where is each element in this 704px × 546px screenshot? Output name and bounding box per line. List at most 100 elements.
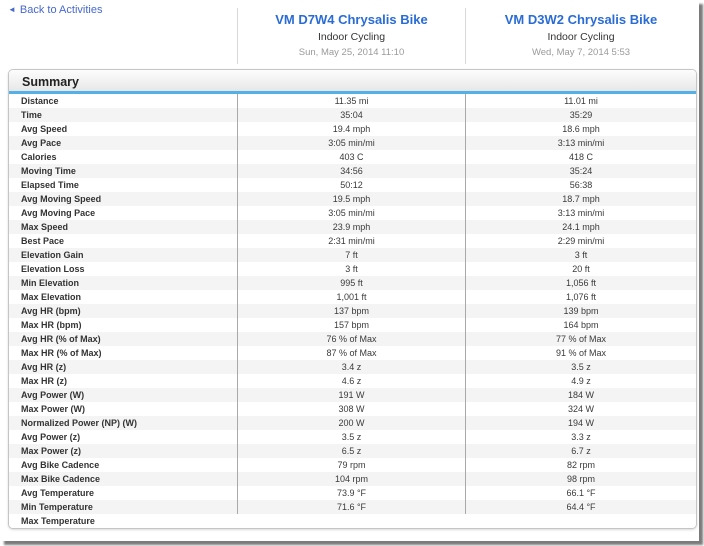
table-row: Avg HR (bpm) 137 bpm 139 bpm [9, 304, 696, 318]
table-row: Best Pace 2:31 min/mi 2:29 min/mi [9, 234, 696, 248]
metric-value-activity-2: 98 rpm [465, 472, 696, 486]
metric-label: Min Temperature [21, 502, 93, 512]
metric-label: Moving Time [21, 166, 76, 176]
metric-value-activity-1: 71.6 °F [237, 500, 465, 514]
metric-value-activity-1: 104 rpm [237, 472, 465, 486]
table-row: Avg Temperature 73.9 °F 66.1 °F [9, 486, 696, 500]
metric-label: Time [21, 110, 42, 120]
metric-value-activity-2: 3:13 min/mi [465, 206, 696, 220]
metric-value-activity-2: 20 ft [465, 262, 696, 276]
activity-date-2: Wed, May 7, 2014 5:53 [531, 47, 631, 58]
table-row: Max Temperature [9, 514, 696, 528]
metric-value-activity-1: 3.5 z [237, 430, 465, 444]
metric-label: Avg HR (bpm) [21, 306, 81, 316]
metric-label: Max HR (bpm) [21, 320, 82, 330]
metric-value-activity-2 [465, 514, 696, 528]
metric-value-activity-2: 18.6 mph [465, 122, 696, 136]
table-row: Min Temperature 71.6 °F 64.4 °F [9, 500, 696, 514]
metric-label: Elevation Loss [21, 264, 85, 274]
metric-label: Avg Bike Cadence [21, 460, 100, 470]
metric-value-activity-1: 2:31 min/mi [237, 234, 465, 248]
metric-label: Best Pace [21, 236, 65, 246]
back-arrow-icon: ◄ [8, 5, 16, 14]
metric-value-activity-1: 3 ft [237, 262, 465, 276]
metric-label: Max Power (W) [21, 404, 86, 414]
metric-label: Normalized Power (NP) (W) [21, 418, 138, 428]
summary-panel-title: Summary [9, 70, 696, 94]
table-row: Avg Moving Pace 3:05 min/mi 3:13 min/mi [9, 206, 696, 220]
summary-panel: Summary Distance 11.35 mi 11.01 mi Time 35:0… [8, 69, 697, 529]
table-row: Moving Time 34:56 35:24 [9, 164, 696, 178]
metric-label: Avg Power (W) [21, 390, 85, 400]
activity-title-link-2[interactable]: VM D3W2 Chrysalis Bike [466, 12, 696, 27]
metric-label: Avg Power (z) [21, 432, 81, 442]
table-row: Max Elevation 1,001 ft 1,076 ft [9, 290, 696, 304]
activity-date-1: Sun, May 25, 2014 11:10 [298, 47, 405, 58]
metric-value-activity-1: 73.9 °F [237, 486, 465, 500]
metric-value-activity-2: 324 W [465, 402, 696, 416]
metric-value-activity-1: 19.4 mph [237, 122, 465, 136]
metric-label: Max HR (% of Max) [21, 348, 102, 358]
metric-label: Avg Speed [21, 124, 68, 134]
metric-value-activity-2: 4.9 z [465, 374, 696, 388]
metric-value-activity-2: 6.7 z [465, 444, 696, 458]
metric-label: Avg Pace [21, 138, 62, 148]
metric-label: Calories [21, 152, 57, 162]
back-link-label: Back to Activities [19, 4, 103, 16]
metric-value-activity-1: 19.5 mph [237, 192, 465, 206]
activity-type-1: Indoor Cycling [317, 31, 386, 43]
metric-value-activity-1: 50:12 [237, 178, 465, 192]
metric-value-activity-1: 7 ft [237, 248, 465, 262]
metric-label: Max Temperature [21, 516, 95, 526]
metric-value-activity-2: 139 bpm [465, 304, 696, 318]
back-to-activities-link[interactable]: ◄ Back to Activities [8, 4, 102, 16]
metric-value-activity-2: 11.01 mi [465, 94, 696, 108]
metric-label: Max HR (z) [21, 376, 68, 386]
metric-value-activity-1: 1,001 ft [237, 290, 465, 304]
metric-value-activity-1: 995 ft [237, 276, 465, 290]
activity-title-link-1[interactable]: VM D7W4 Chrysalis Bike [238, 12, 465, 27]
metric-label: Elapsed Time [21, 180, 79, 190]
metric-value-activity-1 [237, 514, 465, 528]
metric-value-activity-1: 23.9 mph [237, 220, 465, 234]
metric-value-activity-2: 64.4 °F [465, 500, 696, 514]
metric-value-activity-2: 82 rpm [465, 458, 696, 472]
activity-header-2: VM D3W2 Chrysalis Bike Indoor Cycling We… [465, 8, 696, 64]
metric-value-activity-1: 87 % of Max [237, 346, 465, 360]
metric-value-activity-1: 3:05 min/mi [237, 206, 465, 220]
metric-label: Avg Temperature [21, 488, 95, 498]
table-row: Min Elevation 995 ft 1,056 ft [9, 276, 696, 290]
metric-value-activity-2: 3.5 z [465, 360, 696, 374]
summary-table: Distance 11.35 mi 11.01 mi Time 35:04 35:29 Av… [9, 94, 696, 528]
metric-value-activity-1: 3:05 min/mi [237, 136, 465, 150]
metric-value-activity-2: 35:24 [465, 164, 696, 178]
table-row: Avg HR (% of Max) 76 % of Max 77 % of Max [9, 332, 696, 346]
table-row: Avg HR (z) 3.4 z 3.5 z [9, 360, 696, 374]
page-frame: ◄ Back to Activities VM D7W4 Chrysalis Bi… [0, 0, 699, 541]
metric-value-activity-2: 1,076 ft [465, 290, 696, 304]
metric-value-activity-2: 418 C [465, 150, 696, 164]
table-row: Avg Power (z) 3.5 z 3.3 z [9, 430, 696, 444]
metric-label: Max Power (z) [21, 446, 82, 456]
table-row: Elevation Gain 7 ft 3 ft [9, 248, 696, 262]
metric-value-activity-2: 91 % of Max [465, 346, 696, 360]
activity-type-2: Indoor Cycling [547, 31, 615, 43]
metric-label: Min Elevation [21, 278, 80, 288]
metric-label: Avg Moving Speed [21, 194, 102, 204]
metric-value-activity-2: 194 W [465, 416, 696, 430]
metric-value-activity-2: 18.7 mph [465, 192, 696, 206]
metric-value-activity-1: 308 W [237, 402, 465, 416]
metric-label: Avg HR (% of Max) [21, 334, 101, 344]
table-row: Calories 403 C 418 C [9, 150, 696, 164]
table-row: Elapsed Time 50:12 56:38 [9, 178, 696, 192]
metric-value-activity-1: 4.6 z [237, 374, 465, 388]
metric-value-activity-2: 35:29 [465, 108, 696, 122]
metric-label: Elevation Gain [21, 250, 84, 260]
metric-value-activity-2: 164 bpm [465, 318, 696, 332]
metric-value-activity-1: 157 bpm [237, 318, 465, 332]
activity-header-1: VM D7W4 Chrysalis Bike Indoor Cycling Su… [237, 8, 465, 64]
metric-label: Avg HR (z) [21, 362, 67, 372]
metric-value-activity-2: 1,056 ft [465, 276, 696, 290]
table-row: Max HR (z) 4.6 z 4.9 z [9, 374, 696, 388]
table-row: Max HR (% of Max) 87 % of Max 91 % of Max [9, 346, 696, 360]
